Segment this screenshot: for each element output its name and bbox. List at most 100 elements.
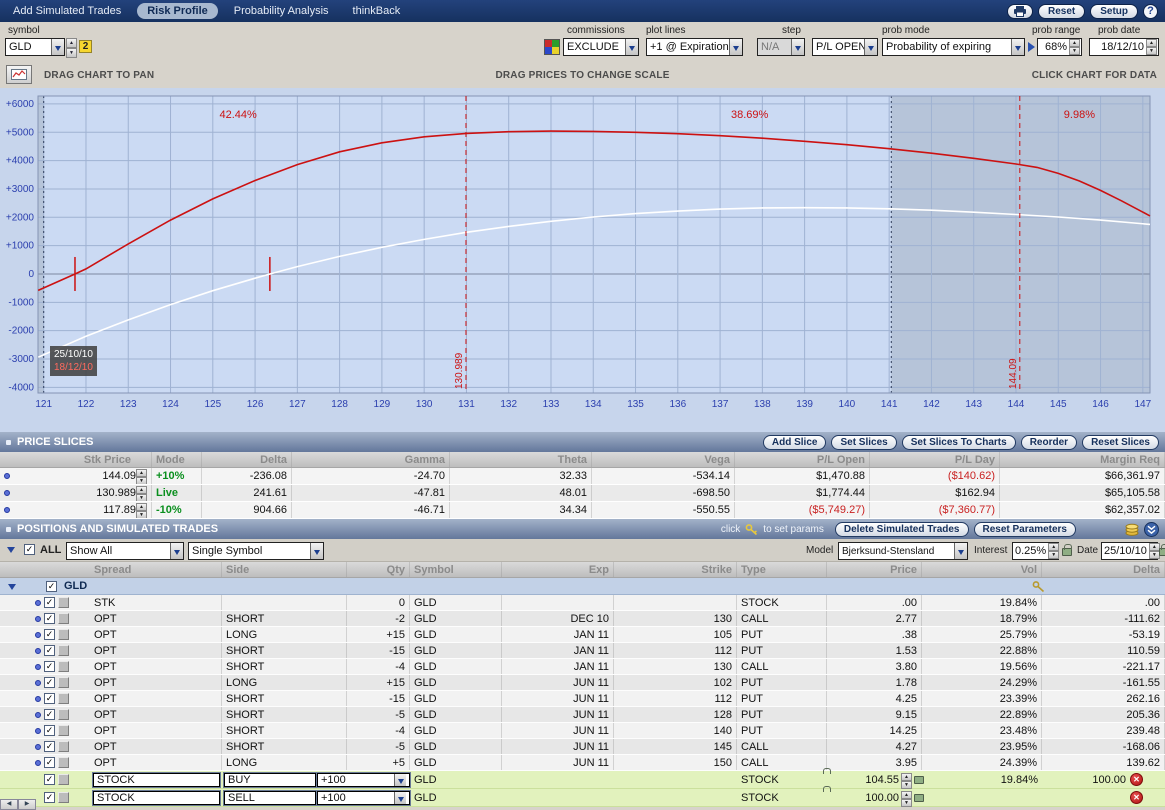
cell-spread: OPT [90, 611, 222, 626]
row-checkbox[interactable]: ✓ [44, 677, 55, 688]
row-checkbox[interactable]: ✓ [44, 741, 55, 752]
cell-delta: 139.62 [1042, 755, 1165, 770]
param-box-button[interactable] [58, 677, 69, 688]
delete-trade-button[interactable]: ✕ [1130, 791, 1143, 804]
coins-icon[interactable] [1125, 523, 1139, 536]
pl-mode-dropdown[interactable]: P/L OPEN [812, 38, 878, 56]
row-checkbox[interactable]: ✓ [44, 661, 55, 672]
tooltip-date-current: 25/10/10 [54, 348, 93, 361]
show-all-dropdown[interactable]: Show All [66, 542, 184, 560]
help-icon[interactable]: ? [1143, 4, 1158, 19]
row-checkbox[interactable]: ✓ [44, 709, 55, 720]
param-box-button[interactable] [58, 645, 69, 656]
commissions-dropdown[interactable]: EXCLUDE [563, 38, 639, 56]
param-box-button[interactable] [58, 613, 69, 624]
cell-spread: OPT [90, 691, 222, 706]
chart-style-button[interactable] [6, 65, 32, 84]
sim-qty-dropdown[interactable]: +100 [317, 791, 410, 805]
sim-side-dropdown[interactable]: SELL [224, 791, 316, 805]
collapse-triangle-icon[interactable] [8, 584, 16, 590]
plot-lines-dropdown[interactable]: +1 @ Expiration [646, 38, 743, 56]
cell-symbol: GLD [410, 659, 502, 674]
collapse-section-icon[interactable] [1144, 522, 1159, 537]
sim-spread-dropdown[interactable]: STOCK [93, 791, 220, 805]
row-checkbox[interactable]: ✓ [44, 725, 55, 736]
chevron-down-icon [864, 39, 877, 55]
set-slices-button[interactable]: Set Slices [831, 435, 896, 450]
prob-range-spinner[interactable]: 68%▲▼ [1037, 38, 1082, 56]
tab-thinkback[interactable]: thinkBack [345, 2, 409, 20]
symbol-stepper[interactable]: ▲▼ [66, 38, 77, 56]
step-dropdown[interactable]: N/A [757, 38, 805, 56]
row-checkbox[interactable]: ✓ [44, 613, 55, 624]
param-box-button[interactable] [58, 774, 69, 785]
row-checkbox[interactable]: ✓ [44, 645, 55, 656]
group-checkbox[interactable]: ✓ [46, 581, 57, 592]
reorder-button[interactable]: Reorder [1021, 435, 1077, 450]
sim-side-dropdown[interactable]: BUY [224, 773, 316, 787]
delete-simulated-trades-button[interactable]: Delete Simulated Trades [835, 522, 969, 537]
reset-parameters-button[interactable]: Reset Parameters [974, 522, 1077, 537]
reset-button[interactable]: Reset [1038, 4, 1085, 19]
row-checkbox[interactable]: ✓ [44, 629, 55, 640]
tab-add-simulated-trades[interactable]: Add Simulated Trades [5, 2, 129, 20]
slice-price-stepper[interactable]: ▲▼ [136, 486, 147, 500]
tab-risk-profile[interactable]: Risk Profile [137, 3, 218, 19]
model-dropdown[interactable]: Bjerksund-Stensland [838, 542, 968, 560]
sim-price-stepper[interactable]: ▲▼ [901, 773, 912, 787]
expander-triangle-icon[interactable] [1028, 42, 1035, 52]
cell-theta: 48.01 [450, 485, 592, 501]
setup-button[interactable]: Setup [1090, 4, 1138, 19]
date-lock-icon[interactable] [1159, 548, 1165, 556]
set-slices-to-charts-button[interactable]: Set Slices To Charts [902, 435, 1016, 450]
param-box-button[interactable] [58, 792, 69, 803]
symbol-filter-dropdown[interactable]: Single Symbol [188, 542, 324, 560]
scroll-left-button[interactable]: ◀ [0, 799, 18, 810]
row-checkbox[interactable]: ✓ [44, 757, 55, 768]
stepper-arrows[interactable]: ▲▼ [1069, 39, 1080, 55]
risk-graph[interactable]: +6000+5000+4000+3000+2000+10000-1000-200… [0, 88, 1165, 432]
print-button[interactable] [1007, 4, 1033, 19]
tab-probability-analysis[interactable]: Probability Analysis [226, 2, 337, 20]
slice-price-stepper[interactable]: ▲▼ [136, 469, 147, 483]
stepper-arrows[interactable]: ▲▼ [1048, 543, 1059, 559]
cell-strike: 130 [614, 659, 737, 674]
reset-slices-button[interactable]: Reset Slices [1082, 435, 1159, 450]
interest-spinner[interactable]: 0.25%▲▼ [1012, 542, 1059, 560]
param-box-button[interactable] [58, 597, 69, 608]
sim-price-spinner[interactable]: 100.00▲▼ [822, 791, 924, 805]
sim-checkbox[interactable]: ✓ [44, 792, 55, 803]
row-checkbox[interactable]: ✓ [44, 597, 55, 608]
all-checkbox[interactable]: ✓ [24, 544, 35, 555]
param-box-button[interactable] [58, 661, 69, 672]
sim-spread-dropdown[interactable]: STOCK [93, 773, 220, 787]
interest-lock-icon[interactable] [1062, 548, 1072, 556]
sim-price-stepper[interactable]: ▲▼ [901, 791, 912, 805]
param-box-button[interactable] [58, 629, 69, 640]
param-box-button[interactable] [58, 757, 69, 768]
prob-mode-dropdown[interactable]: Probability of expiring [882, 38, 1025, 56]
stepper-arrows[interactable]: ▲▼ [1146, 39, 1157, 55]
param-box-button[interactable] [58, 741, 69, 752]
param-box-button[interactable] [58, 709, 69, 720]
sim-price-spinner[interactable]: 104.55▲▼ [822, 773, 924, 787]
collapse-triangle-icon[interactable] [7, 547, 15, 553]
date-spinner[interactable]: 25/10/10▲▼ [1101, 542, 1158, 560]
horizontal-scrollbar[interactable]: ◀ ▶ [0, 799, 36, 810]
param-box-button[interactable] [58, 693, 69, 704]
group-params-icon[interactable] [1032, 580, 1045, 595]
scroll-right-button[interactable]: ▶ [18, 799, 36, 810]
sim-qty-dropdown[interactable]: +100 [317, 773, 410, 787]
commissions-grid-icon[interactable] [544, 39, 560, 55]
delete-trade-button[interactable]: ✕ [1130, 773, 1143, 786]
symbol-group-row[interactable]: ✓ GLD [0, 578, 1165, 595]
symbol-combo[interactable]: GLD [5, 38, 65, 56]
add-slice-button[interactable]: Add Slice [763, 435, 827, 450]
sim-checkbox[interactable]: ✓ [44, 774, 55, 785]
row-checkbox[interactable]: ✓ [44, 693, 55, 704]
prob-date-spinner[interactable]: 18/12/10▲▼ [1089, 38, 1159, 56]
cell-price: 14.25 [827, 723, 922, 738]
param-box-button[interactable] [58, 725, 69, 736]
slice-price-stepper[interactable]: ▲▼ [136, 503, 147, 517]
price-lock-icon[interactable] [914, 794, 924, 802]
